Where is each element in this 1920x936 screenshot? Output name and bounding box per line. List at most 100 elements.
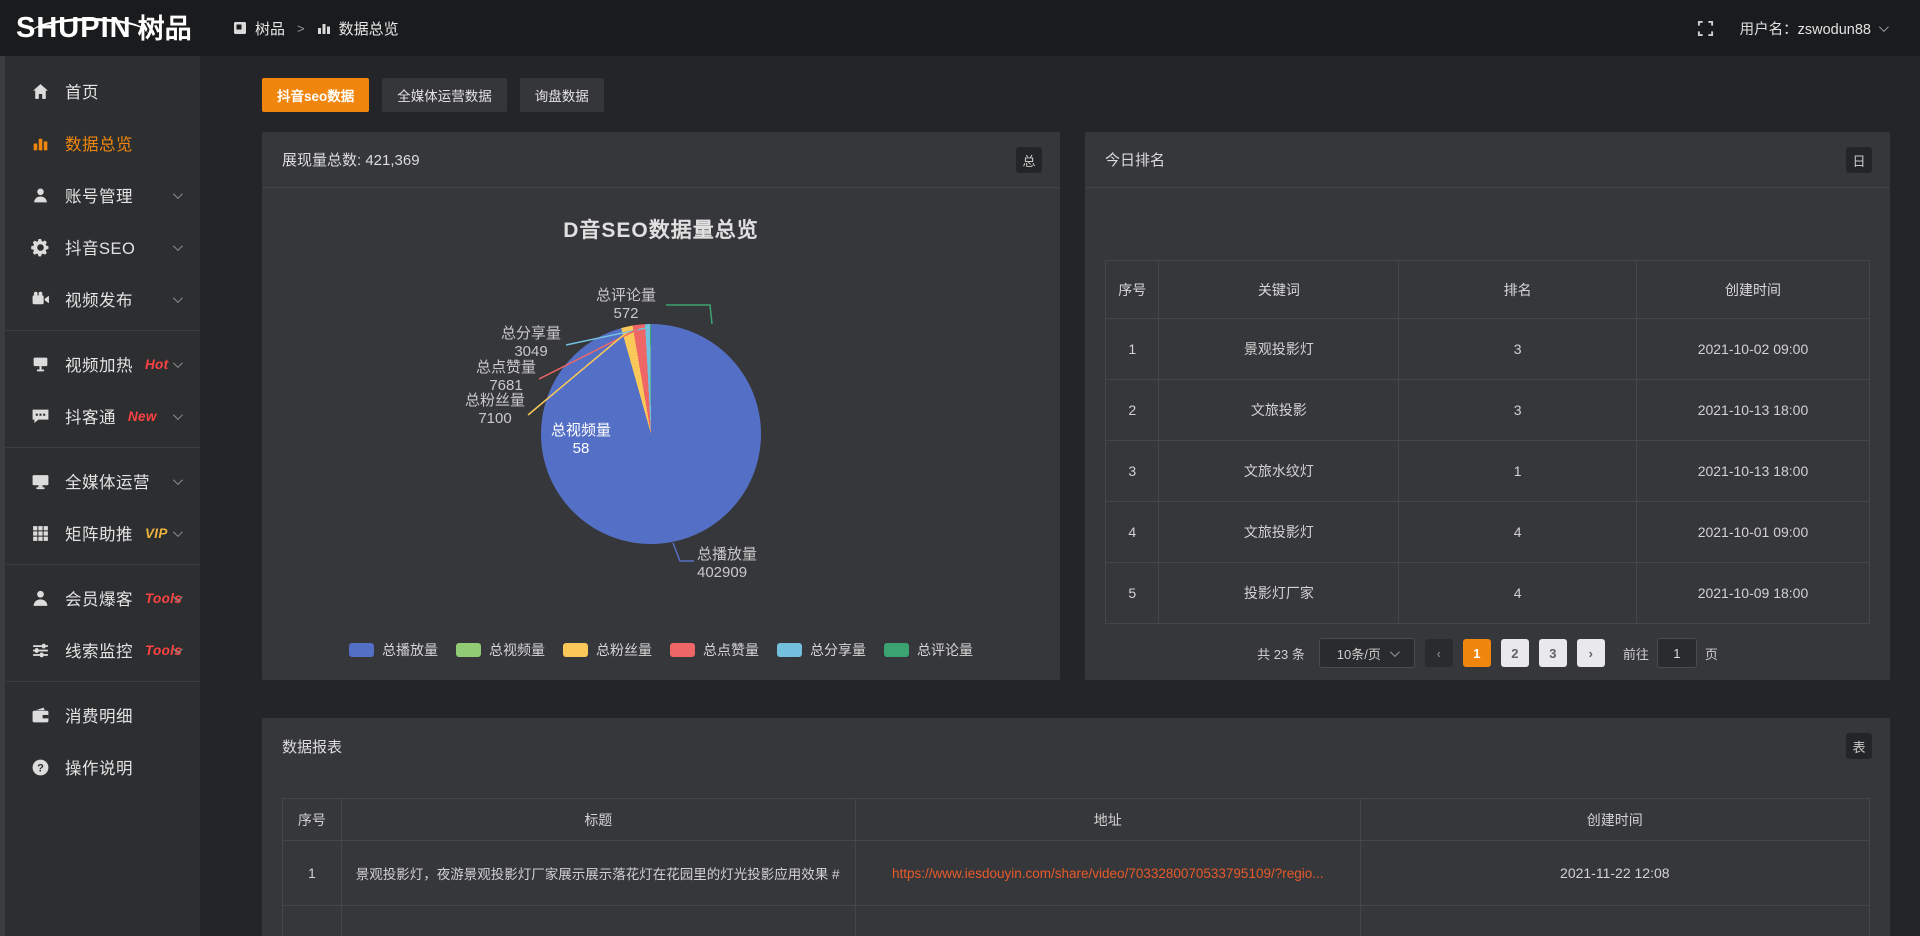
pie-label-value: 58 xyxy=(548,440,614,458)
pie-label-name: 总分享量 xyxy=(501,325,561,342)
app-logo[interactable]: SHUPIN 树品 xyxy=(0,14,215,43)
bar-chart-icon xyxy=(31,134,50,153)
fullscreen-icon[interactable] xyxy=(1697,20,1714,37)
pie-label-fans: 总粉丝量 7100 xyxy=(464,392,526,428)
sidebar-item-home[interactable]: 首页 xyxy=(5,65,200,117)
sidebar-item-label: 会员爆客 xyxy=(65,586,133,610)
page-button-2[interactable]: 2 xyxy=(1501,639,1529,667)
breadcrumb-separator: > xyxy=(297,21,305,36)
tab-inquiry-data[interactable]: 询盘数据 xyxy=(520,78,604,112)
table-row: 5 投影灯厂家 4 2021-10-09 18:00 xyxy=(1106,563,1870,624)
next-page-button[interactable]: › xyxy=(1577,639,1605,667)
question-icon: ? xyxy=(31,758,50,777)
table-row: 3 文旅水纹灯 1 2021-10-13 18:00 xyxy=(1106,441,1870,502)
cell-index: 3 xyxy=(1106,441,1159,502)
prev-page-button[interactable]: ‹ xyxy=(1425,639,1453,667)
sidebar-item-douyin-seo[interactable]: 抖音SEO xyxy=(5,221,200,273)
new-badge: New xyxy=(128,409,157,424)
hot-badge: Hot xyxy=(145,357,168,372)
monitor-icon xyxy=(31,472,50,491)
home-icon xyxy=(31,82,50,101)
cell-index: 2 xyxy=(1106,380,1159,441)
sidebar-item-label: 全媒体运营 xyxy=(65,469,150,493)
total-toggle-button[interactable]: 总 xyxy=(1016,147,1042,173)
daily-toggle-button[interactable]: 日 xyxy=(1846,147,1872,173)
breadcrumb-current[interactable]: 数据总览 xyxy=(339,18,399,39)
cell-keyword: 文旅水纹灯 xyxy=(1159,441,1399,502)
pie-label-comments: 总评论量 572 xyxy=(588,287,664,323)
sidebar-item-label: 视频加热 xyxy=(65,352,133,376)
legend-label: 总分享量 xyxy=(810,640,866,660)
legend-label: 总评论量 xyxy=(917,640,973,660)
table-toggle-button[interactable]: 表 xyxy=(1846,733,1872,759)
bar-chart-mini-icon xyxy=(317,21,331,35)
sidebar-item-video-publish[interactable]: 视频发布 xyxy=(5,273,200,325)
cell-created: 2021-10-02 09:00 xyxy=(1636,319,1869,380)
pie-label-plays: 总播放量 402909 xyxy=(697,546,777,582)
legend-swatch xyxy=(349,643,374,657)
page-button-3[interactable]: 3 xyxy=(1539,639,1567,667)
sidebar-item-label: 抖客通 xyxy=(65,404,116,428)
cell-created: 2021-11-22 12:08 xyxy=(1360,841,1869,906)
user-icon xyxy=(31,186,50,205)
sliders-icon xyxy=(31,641,50,660)
legend-item-likes[interactable]: 总点赞量 xyxy=(670,640,759,660)
legend-swatch xyxy=(670,643,695,657)
cell-created: 2021-10-09 18:00 xyxy=(1636,563,1869,624)
goto-page-input[interactable]: 1 xyxy=(1657,638,1697,668)
tab-omnimedia-data[interactable]: 全媒体运营数据 xyxy=(382,78,507,112)
chevron-down-icon xyxy=(1390,647,1400,657)
sidebar-item-video-heat[interactable]: 视频加热 Hot xyxy=(5,338,200,390)
report-header-row: 序号 标题 地址 创建时间 xyxy=(283,799,1870,841)
video-link[interactable]: https://www.iesdouyin.com/share/video/70… xyxy=(892,866,1324,881)
legend-item-videos[interactable]: 总视频量 xyxy=(456,640,545,660)
sidebar-item-label: 视频发布 xyxy=(65,287,133,311)
topbar-right: 用户名：zswodun88 xyxy=(1697,18,1920,39)
user-menu[interactable]: 用户名：zswodun88 xyxy=(1740,18,1886,39)
table-row xyxy=(283,906,1870,936)
sidebar-item-label: 首页 xyxy=(65,79,99,103)
pie-label-likes: 总点赞量 7681 xyxy=(475,359,537,395)
page-button-1[interactable]: 1 xyxy=(1463,639,1491,667)
col-rank: 排名 xyxy=(1399,261,1637,319)
pie-label-value: 7100 xyxy=(464,410,526,428)
legend-item-plays[interactable]: 总播放量 xyxy=(349,640,438,660)
sidebar-item-douketong[interactable]: 抖客通 New xyxy=(5,390,200,442)
sidebar-item-lead-monitor[interactable]: 线索监控 Tools xyxy=(5,624,200,676)
pagination: 共 23 条 10条/页 ‹ 1 2 3 › 前往 1 页 xyxy=(1085,638,1890,668)
cell-rank: 4 xyxy=(1399,563,1637,624)
sidebar-item-account[interactable]: 账号管理 xyxy=(5,169,200,221)
sidebar-item-data-overview[interactable]: 数据总览 xyxy=(5,117,200,169)
cell-created: 2021-10-13 18:00 xyxy=(1636,441,1869,502)
ranking-table: 序号 关键词 排名 创建时间 1 景观投影灯 3 2021-10-02 09:0… xyxy=(1105,260,1870,624)
chevron-down-icon xyxy=(173,241,183,251)
cell-url: https://www.iesdouyin.com/share/video/70… xyxy=(855,841,1360,906)
sidebar-item-member-tools[interactable]: 会员爆客 Tools xyxy=(5,572,200,624)
app-square-icon xyxy=(233,21,247,35)
legend-item-comments[interactable]: 总评论量 xyxy=(884,640,973,660)
ranking-panel: 今日排名 日 序号 关键词 排名 创建时间 1 景观投影灯 3 2021-10-… xyxy=(1085,132,1890,680)
sidebar-item-omnimedia[interactable]: 全媒体运营 xyxy=(5,455,200,507)
sidebar-item-help[interactable]: ? 操作说明 xyxy=(5,741,200,793)
pie-label-videos: 总视频量 58 xyxy=(548,422,614,458)
sidebar-item-label: 数据总览 xyxy=(65,131,133,155)
goto-label: 前往 xyxy=(1623,644,1649,663)
sidebar-divider xyxy=(5,330,200,331)
col-title: 标题 xyxy=(341,799,855,841)
tab-douyin-seo-data[interactable]: 抖音seo数据 xyxy=(262,78,369,112)
legend-item-shares[interactable]: 总分享量 xyxy=(777,640,866,660)
user-label: 用户名：zswodun88 xyxy=(1740,18,1871,39)
chevron-down-icon xyxy=(173,475,183,485)
video-icon xyxy=(31,290,50,309)
breadcrumb-root[interactable]: 树品 xyxy=(255,18,285,39)
legend-item-fans[interactable]: 总粉丝量 xyxy=(563,640,652,660)
grid-icon xyxy=(31,524,50,543)
chevron-down-icon xyxy=(173,358,183,368)
sidebar-item-spend-detail[interactable]: 消费明细 xyxy=(5,689,200,741)
cell-keyword: 文旅投影灯 xyxy=(1159,502,1399,563)
page-size-select[interactable]: 10条/页 xyxy=(1319,638,1415,668)
screen-icon xyxy=(31,355,50,374)
col-created: 创建时间 xyxy=(1360,799,1869,841)
legend-label: 总视频量 xyxy=(489,640,545,660)
sidebar-item-matrix-boost[interactable]: 矩阵助推 VIP xyxy=(5,507,200,559)
